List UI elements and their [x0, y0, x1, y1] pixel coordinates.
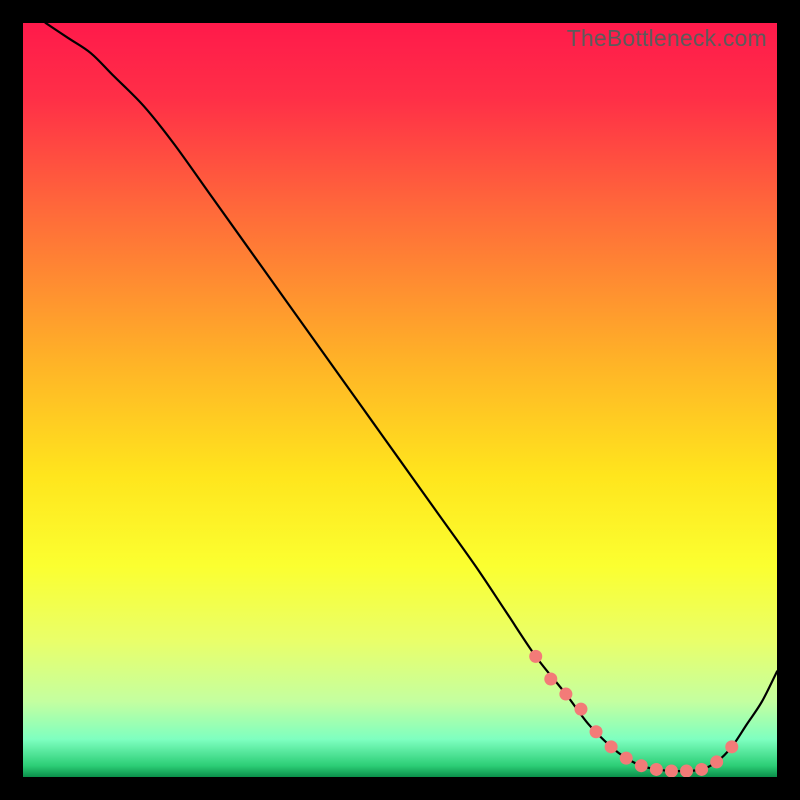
marker-dot — [725, 740, 738, 753]
marker-dot — [544, 672, 557, 685]
marker-dot — [590, 725, 603, 738]
bottleneck-curve — [46, 23, 777, 771]
marker-dot — [559, 688, 572, 701]
marker-dot — [650, 763, 663, 776]
marker-dot — [605, 740, 618, 753]
marker-dot — [665, 764, 678, 777]
chart-frame: TheBottleneck.com — [0, 0, 800, 800]
marker-dot — [529, 650, 542, 663]
marker-dot — [695, 763, 708, 776]
watermark-text: TheBottleneck.com — [567, 25, 767, 52]
marker-dot — [635, 759, 648, 772]
marker-dot — [574, 703, 587, 716]
plot-area: TheBottleneck.com — [23, 23, 777, 777]
marker-dot — [680, 764, 693, 777]
curve-layer — [23, 23, 777, 777]
highlighted-points — [529, 650, 738, 777]
marker-dot — [710, 755, 723, 768]
marker-dot — [620, 752, 633, 765]
